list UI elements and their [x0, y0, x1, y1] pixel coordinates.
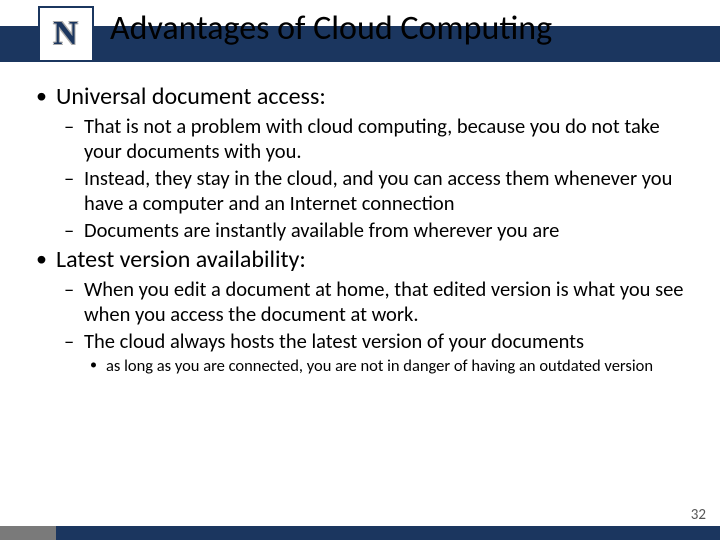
- bullet-list: Universal document access: That is not a…: [30, 82, 690, 377]
- sub-list: That is not a problem with cloud computi…: [56, 114, 690, 243]
- subsub-text: as long as you are connected, you are no…: [106, 356, 653, 376]
- bullet-text: Universal document access:: [56, 82, 326, 111]
- sub-item: Instead, they stay in the cloud, and you…: [56, 166, 690, 216]
- sub-item: The cloud always hosts the latest versio…: [56, 329, 690, 377]
- bullet-item: Universal document access: That is not a…: [30, 82, 690, 243]
- slide: N Advantages of Cloud Computing Universa…: [0, 0, 720, 540]
- sub-item: That is not a problem with cloud computi…: [56, 114, 690, 164]
- content-area: Universal document access: That is not a…: [30, 82, 690, 379]
- sub-item: Documents are instantly available from w…: [56, 218, 690, 243]
- sub-list: When you edit a document at home, that e…: [56, 277, 690, 377]
- sub-item: When you edit a document at home, that e…: [56, 277, 690, 327]
- footer-accent: [0, 526, 56, 540]
- logo-letter: N: [53, 15, 79, 53]
- logo: N: [38, 6, 94, 62]
- subsub-item: as long as you are connected, you are no…: [84, 356, 690, 377]
- sub-text: Documents are instantly available from w…: [84, 217, 559, 243]
- footer-bar: [0, 526, 720, 540]
- sub-text: That is not a problem with cloud computi…: [84, 113, 660, 164]
- page-number: 32: [691, 506, 706, 524]
- sub-text: The cloud always hosts the latest versio…: [84, 328, 584, 354]
- bullet-text: Latest version availability:: [56, 245, 306, 274]
- slide-title: Advantages of Cloud Computing: [110, 10, 690, 47]
- sub-text: When you edit a document at home, that e…: [84, 276, 684, 327]
- subsub-list: as long as you are connected, you are no…: [84, 356, 690, 377]
- sub-text: Instead, they stay in the cloud, and you…: [84, 165, 672, 216]
- bullet-item: Latest version availability: When you ed…: [30, 245, 690, 377]
